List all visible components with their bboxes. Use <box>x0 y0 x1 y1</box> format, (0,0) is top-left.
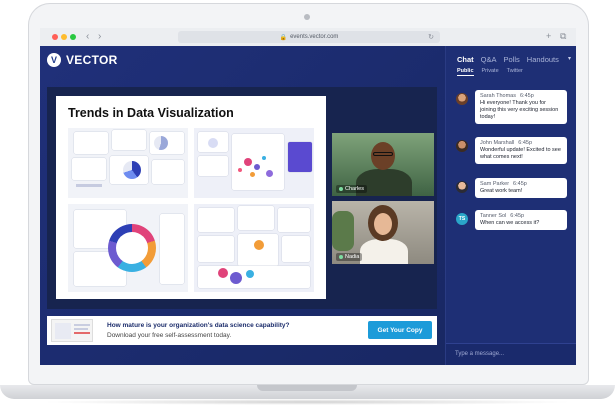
avatar <box>456 93 468 105</box>
slide-title: Trends in Data Visualization <box>68 106 234 120</box>
message-time: 6:45p <box>510 213 525 219</box>
participant-name: Charles <box>345 186 364 192</box>
forward-icon[interactable]: › <box>98 31 101 42</box>
vector-logo[interactable]: V VECTOR <box>47 53 118 67</box>
chevron-down-icon[interactable]: ▾ <box>568 55 571 62</box>
avatar <box>456 140 468 152</box>
tab-qa[interactable]: Q&A <box>481 55 497 64</box>
message-text: Wonderful update! Excited to see what co… <box>480 147 561 160</box>
sender-name: Tanner Sol <box>480 213 507 219</box>
chat-message-input[interactable]: Type a message... <box>446 343 576 365</box>
subtab-twitter[interactable]: Twitter <box>507 68 523 76</box>
message-time: 6:45p <box>513 181 527 187</box>
participant-name-tag: Charles <box>336 185 367 193</box>
message-text: When can we access it? <box>480 220 540 226</box>
mic-icon <box>339 187 343 191</box>
get-your-copy-button[interactable]: Get Your Copy <box>368 321 432 339</box>
mic-icon <box>339 255 343 259</box>
slide-thumbnail-radial <box>68 204 188 292</box>
report-thumbnail <box>51 319 93 342</box>
sender-name: John Marshall <box>480 140 515 146</box>
subtab-private[interactable]: Private <box>482 68 499 76</box>
avatar: TS <box>456 213 468 225</box>
event-app: V VECTOR Trends in Data Visualization Ch… <box>40 46 576 365</box>
reload-icon[interactable]: ↻ <box>428 33 434 41</box>
message-text: Great work team! <box>480 188 523 194</box>
banner-question: How mature is your organization's data s… <box>107 322 290 329</box>
slide-thumbnail-dashboards <box>68 128 188 198</box>
video-tile-charles[interactable]: Charles <box>332 133 434 196</box>
participant-name-tag: Nadia <box>336 253 363 261</box>
browser-toolbar: ‹ › 🔒 events.vector.com ↻ + ⧉ <box>40 28 576 46</box>
url-text: events.vector.com <box>290 34 339 40</box>
tabs-overview-icon[interactable]: ⧉ <box>560 31 566 42</box>
sender-name: Sarah Thomas <box>480 93 516 99</box>
maximize-window-button[interactable] <box>70 34 76 40</box>
message-bubble: Sarah Thomas 6:45p Hi everyone! Thank you… <box>475 90 567 124</box>
logo-mark-icon: V <box>47 53 61 67</box>
laptop-shadow <box>40 399 575 405</box>
close-window-button[interactable] <box>52 34 58 40</box>
chat-panel: Chat Q&A Polls Handouts ▾ Public Private… <box>445 46 576 365</box>
tab-handouts[interactable]: Handouts <box>527 55 559 64</box>
avatar <box>456 181 468 193</box>
message-time: 6:45p <box>519 93 534 99</box>
browser-window: ‹ › 🔒 events.vector.com ↻ + ⧉ V VECTOR T… <box>40 28 576 365</box>
participant-name: Nadia <box>345 254 360 260</box>
message-time: 6:45p <box>518 140 533 146</box>
message-bubble: Tanner Sol 6:45p When can we access it? <box>475 210 567 230</box>
new-tab-icon[interactable]: + <box>546 31 551 41</box>
presentation-stage: Trends in Data Visualization Charles Nad… <box>47 87 437 309</box>
slide-thumbnail-bubbles <box>194 128 314 198</box>
back-icon[interactable]: ‹ <box>86 31 89 42</box>
lock-icon: 🔒 <box>279 34 288 41</box>
message-bubble: John Marshall 6:45p Wonderful update! Exc… <box>475 137 567 164</box>
chat-subtabs: Public Private Twitter <box>457 68 531 76</box>
subtab-public[interactable]: Public <box>457 68 474 76</box>
tab-chat[interactable]: Chat <box>457 55 474 64</box>
minimize-window-button[interactable] <box>61 34 67 40</box>
message-bubble: Sam Parker 6:45p Great work team! <box>475 178 567 198</box>
camera-icon <box>304 14 310 20</box>
chat-input-placeholder: Type a message... <box>455 351 505 357</box>
message-text: Hi everyone! Thank you for joining this … <box>480 100 559 120</box>
banner-subtitle: Download your free self-assessment today… <box>107 332 232 339</box>
promo-banner: How mature is your organization's data s… <box>47 316 437 345</box>
logo-text: VECTOR <box>66 53 118 67</box>
sender-name: Sam Parker <box>480 181 510 187</box>
video-tile-nadia[interactable]: Nadia <box>332 201 434 264</box>
presentation-slide: Trends in Data Visualization <box>56 96 326 299</box>
laptop-notch <box>257 385 357 391</box>
chat-tabs: Chat Q&A Polls Handouts <box>457 55 566 64</box>
slide-thumbnail-mixed <box>194 204 314 292</box>
tab-polls[interactable]: Polls <box>504 55 520 64</box>
address-bar[interactable]: 🔒 events.vector.com ↻ <box>178 31 440 43</box>
